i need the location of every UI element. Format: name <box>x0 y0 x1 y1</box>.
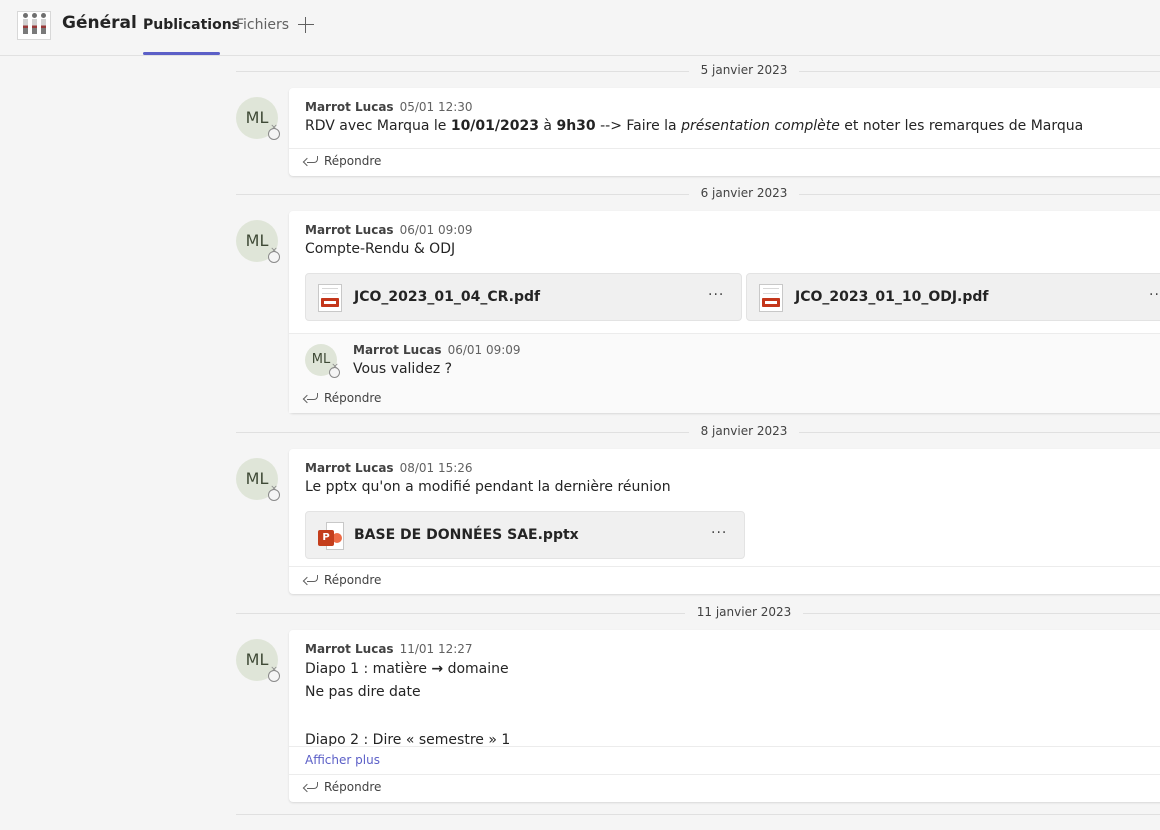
reply-label: Répondre <box>324 780 382 794</box>
date-divider-label: 8 janvier 2023 <box>688 424 800 438</box>
reply-text: Vous validez ? <box>353 361 453 377</box>
pptx-file-icon: P <box>318 522 346 550</box>
bottom-divider <box>236 806 1160 822</box>
show-more-link[interactable]: Afficher plus <box>305 753 380 767</box>
status-offline-icon <box>329 362 340 378</box>
date-divider-label: 11 janvier 2023 <box>684 605 804 619</box>
pdf-file-icon <box>759 284 783 312</box>
channel-header: Général Publications Fichiers <box>0 0 1160 56</box>
avatar[interactable]: ML <box>236 639 280 682</box>
message-text: Compte-Rendu & ODJ <box>305 241 456 257</box>
reply-icon <box>304 782 318 792</box>
date-divider-label: 6 janvier 2023 <box>688 186 800 200</box>
message-line: Ne pas dire date <box>305 684 421 700</box>
pdf-file-icon <box>318 284 342 312</box>
status-offline-icon <box>268 665 280 682</box>
message-meta: Marrot Lucas 05/01 12:30 <box>305 100 473 114</box>
message-text: RDV avec Marqua le 10/01/2023 à 9h30 -->… <box>305 118 1084 134</box>
avatar[interactable]: ML <box>236 458 280 501</box>
message-meta: Marrot Lucas 11/01 12:27 <box>305 642 473 656</box>
arrow-right-icon: → <box>431 661 444 677</box>
message-line-truncated: Diapo 2 : Dire « semestre » 1 <box>305 732 511 746</box>
message-meta: Marrot Lucas 08/01 15:26 <box>305 461 473 475</box>
date-divider: 8 janvier 2023 <box>236 424 1160 440</box>
avatar-initials: ML <box>311 352 331 367</box>
message-author[interactable]: Marrot Lucas <box>305 100 394 114</box>
reply-button[interactable]: Répondre <box>304 780 381 794</box>
add-tab-icon[interactable] <box>296 15 316 35</box>
file-attachment[interactable]: JCO_2023_01_10_ODJ.pdf ··· <box>746 273 1160 321</box>
reply-author[interactable]: Marrot Lucas <box>353 343 442 357</box>
avatar-initials: ML <box>245 108 269 127</box>
reply-label: Répondre <box>324 573 382 587</box>
avatar-initials: ML <box>245 650 269 669</box>
file-attachment[interactable]: P BASE DE DONNÉES SAE.pptx ··· <box>305 511 745 559</box>
more-options-icon[interactable]: ··· <box>708 287 724 303</box>
avatar[interactable]: ML <box>305 344 340 378</box>
divider-line <box>289 774 1160 775</box>
date-divider: 5 janvier 2023 <box>236 63 1160 79</box>
more-options-icon[interactable]: ··· <box>1149 287 1160 303</box>
message-card: Marrot Lucas 11/01 12:27 Diapo 1 : matièr… <box>289 630 1160 802</box>
tab-fichiers[interactable]: Fichiers <box>236 17 289 33</box>
attachment-name: BASE DE DONNÉES SAE.pptx <box>354 527 579 543</box>
message-meta: Marrot Lucas 06/01 09:09 <box>305 223 473 237</box>
reply-button[interactable]: Répondre <box>304 154 381 168</box>
attachment-name: JCO_2023_01_10_ODJ.pdf <box>795 289 989 305</box>
message-author[interactable]: Marrot Lucas <box>305 642 394 656</box>
file-attachment[interactable]: JCO_2023_01_04_CR.pdf ··· <box>305 273 742 321</box>
status-offline-icon <box>268 246 280 263</box>
reply-button[interactable]: Répondre <box>304 391 381 405</box>
message-text: Le pptx qu'on a modifié pendant la derni… <box>305 479 671 495</box>
date-divider-label: 5 janvier 2023 <box>688 63 800 77</box>
reply-icon <box>304 393 318 403</box>
reply-label: Répondre <box>324 154 382 168</box>
reply-label: Répondre <box>324 391 382 405</box>
active-tab-indicator <box>143 52 220 55</box>
date-divider: 6 janvier 2023 <box>236 186 1160 202</box>
message-time: 05/01 12:30 <box>399 100 473 114</box>
more-options-icon[interactable]: ··· <box>711 525 727 541</box>
message-card: Marrot Lucas 05/01 12:30 RDV avec Marqua … <box>289 88 1160 176</box>
team-logo[interactable] <box>17 11 51 40</box>
divider-line <box>289 566 1160 567</box>
avatar[interactable]: ML <box>236 220 280 263</box>
message-time: 08/01 15:26 <box>399 461 473 475</box>
date-divider: 11 janvier 2023 <box>236 605 1160 621</box>
avatar-initials: ML <box>245 469 269 488</box>
message-author[interactable]: Marrot Lucas <box>305 461 394 475</box>
reply-icon <box>304 575 318 585</box>
message-card: Marrot Lucas 08/01 15:26 Le pptx qu'on a … <box>289 449 1160 594</box>
avatar-initials: ML <box>245 231 269 250</box>
channel-title: Général <box>62 13 137 33</box>
reply-thread: ML Marrot Lucas 06/01 09:09 Vous validez … <box>289 333 1160 413</box>
message-author[interactable]: Marrot Lucas <box>305 223 394 237</box>
status-offline-icon <box>268 484 280 501</box>
reply-icon <box>304 156 318 166</box>
divider-line <box>289 746 1160 747</box>
status-offline-icon <box>268 123 280 140</box>
message-card: Marrot Lucas 06/01 09:09 Compte-Rendu & O… <box>289 211 1160 413</box>
attachment-name: JCO_2023_01_04_CR.pdf <box>354 289 541 305</box>
reply-time: 06/01 09:09 <box>447 343 521 357</box>
message-time: 06/01 09:09 <box>399 223 473 237</box>
divider-line <box>289 333 1160 334</box>
avatar[interactable]: ML <box>236 97 280 140</box>
message-line: Diapo 1 : matière → domaine <box>305 661 509 677</box>
tab-publications[interactable]: Publications <box>143 17 240 33</box>
divider-line <box>289 148 1160 149</box>
reply-button[interactable]: Répondre <box>304 573 381 587</box>
message-time: 11/01 12:27 <box>399 642 473 656</box>
reply-meta: Marrot Lucas 06/01 09:09 <box>353 343 521 357</box>
